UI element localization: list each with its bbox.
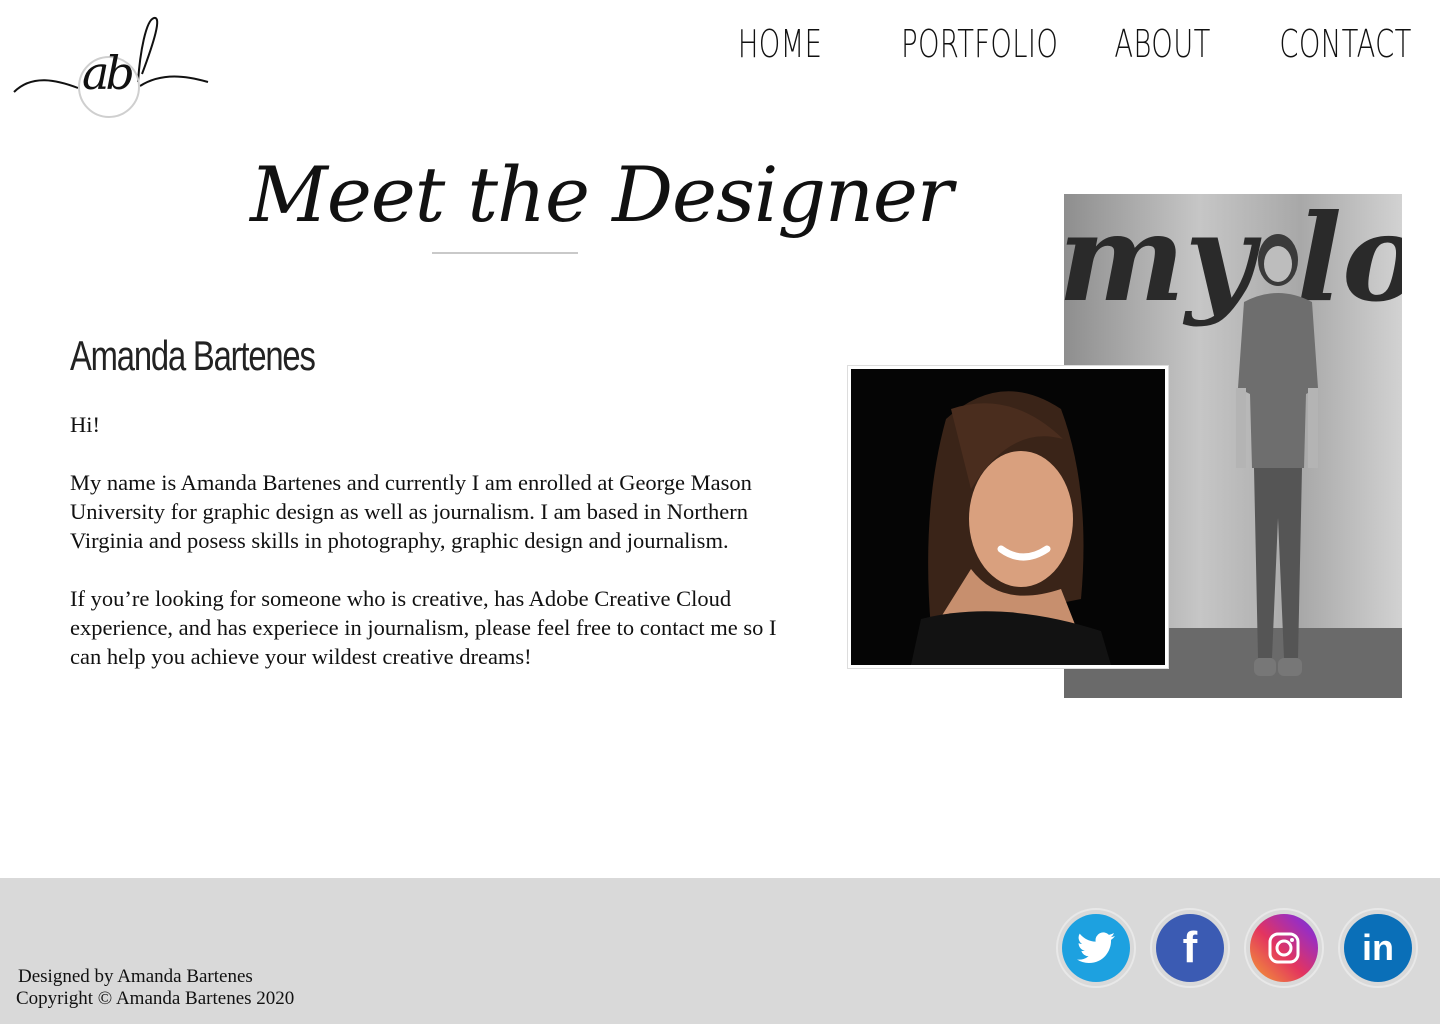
designer-name: Amanda Bartenes: [70, 332, 316, 379]
instagram-button[interactable]: [1244, 908, 1324, 988]
bio-paragraph-1: My name is Amanda Bartenes and currently…: [70, 470, 752, 553]
main-nav: HOME PORTFOLIO ABOUT CONTACT: [705, 22, 1412, 66]
copyright-text: Copyright © Amanda Bartenes 2020: [16, 988, 295, 1009]
bio-paragraph-2: If you’re looking for someone who is cre…: [70, 586, 777, 669]
logo-monogram: ab: [82, 46, 135, 100]
page-title: Meet the Designer: [250, 150, 953, 239]
site-footer: Designed by Amanda Bartenes Copyright © …: [0, 878, 1440, 1024]
title-underline: [432, 252, 578, 254]
bio-greeting: Hi!: [70, 412, 100, 437]
portrait-photo: [848, 366, 1168, 668]
facebook-icon: f: [1156, 914, 1224, 982]
footer-credits: Designed by Amanda Bartenes Copyright © …: [16, 966, 294, 1010]
nav-home[interactable]: HOME: [738, 22, 822, 66]
portrait-image: [851, 369, 1165, 665]
bio-text: Hi! My name is Amanda Bartenes and curre…: [70, 410, 790, 700]
linkedin-icon: in: [1344, 914, 1412, 982]
instagram-icon: [1250, 914, 1318, 982]
facebook-button[interactable]: f: [1150, 908, 1230, 988]
portrait-figure: [911, 391, 1111, 665]
site-logo[interactable]: ab: [12, 12, 212, 122]
nav-portfolio[interactable]: PORTFOLIO: [902, 22, 1059, 66]
linkedin-button[interactable]: in: [1338, 908, 1418, 988]
twitter-button[interactable]: [1056, 908, 1136, 988]
nav-contact[interactable]: CONTACT: [1280, 22, 1412, 66]
twitter-icon: [1062, 914, 1130, 982]
person-figure: [1236, 234, 1318, 676]
nav-about[interactable]: ABOUT: [1114, 22, 1210, 66]
designed-by-text: Designed by Amanda Bartenes: [18, 966, 253, 987]
